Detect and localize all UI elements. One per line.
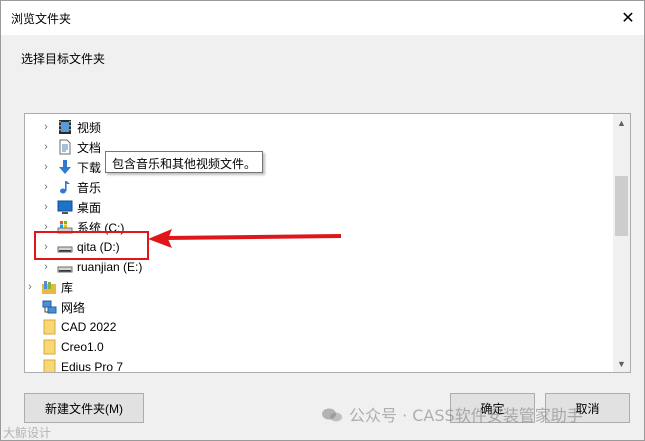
- documents-folder-icon: [57, 139, 73, 155]
- expand-chevron-icon[interactable]: ›: [41, 201, 51, 213]
- tooltip: 包含音乐和其他视频文件。: [105, 151, 264, 173]
- tree-item-cad-2022[interactable]: CAD 2022: [25, 317, 116, 337]
- tree-item-label: 下载: [77, 160, 102, 175]
- tree-item-network[interactable]: 网络: [25, 297, 85, 317]
- tree-item-drive-e[interactable]: › ruanjian (E:): [41, 257, 142, 277]
- scroll-down-icon[interactable]: ▼: [613, 355, 630, 372]
- tree-item-label: ruanjian (E:): [77, 260, 143, 274]
- expand-chevron-icon[interactable]: ›: [41, 181, 51, 193]
- tree-item-desktop[interactable]: › 桌面: [41, 197, 101, 217]
- tree-item-label: Creo1.0: [61, 340, 104, 354]
- close-button[interactable]: ✕: [612, 1, 644, 35]
- drive-icon: [57, 259, 73, 275]
- tree-item-label: 音乐: [77, 180, 102, 195]
- title-bar: 浏览文件夹 ✕: [1, 1, 644, 35]
- expand-chevron-icon[interactable]: ›: [41, 161, 51, 173]
- annotation-arrow-icon: [148, 229, 342, 248]
- scrollbar-thumb[interactable]: [615, 176, 628, 236]
- tree-item-label: 桌面: [77, 200, 102, 215]
- tree-item-edius[interactable]: Edius Pro 7: [25, 357, 124, 373]
- folder-icon: [41, 319, 57, 335]
- tree-item-creo[interactable]: Creo1.0: [25, 337, 104, 357]
- tree-item-downloads[interactable]: › 下载: [41, 157, 101, 177]
- folder-icon: [41, 339, 57, 355]
- tree-item-libraries[interactable]: › 库: [25, 277, 73, 297]
- watermark-left: 大鲸设计: [3, 426, 52, 440]
- network-icon: [41, 299, 57, 315]
- tree-item-label: Edius Pro 7: [61, 360, 124, 373]
- expand-chevron-icon[interactable]: ›: [41, 121, 51, 133]
- tree-item-label: 库: [61, 280, 74, 295]
- library-icon: [41, 279, 57, 295]
- expand-chevron-icon[interactable]: ›: [41, 261, 51, 273]
- watermark: 公众号 · CASS软件安装管家助手: [321, 402, 583, 426]
- downloads-folder-icon: [57, 159, 73, 175]
- video-folder-icon: [57, 119, 73, 135]
- scroll-up-icon[interactable]: ▲: [613, 114, 630, 131]
- desktop-folder-icon: [57, 199, 73, 215]
- expand-chevron-icon[interactable]: ›: [25, 281, 35, 293]
- vertical-scrollbar[interactable]: ▲ ▼: [613, 114, 630, 372]
- prompt-text: 选择目标文件夹: [21, 52, 106, 66]
- folder-icon: [41, 359, 57, 372]
- tree-item-videos[interactable]: › 视频: [41, 117, 101, 137]
- page: 浏览文件夹 ✕ 选择目标文件夹 › 视频 › 文档 › 下载 › 音乐 › 桌面…: [0, 0, 645, 441]
- tree-item-music[interactable]: › 音乐: [41, 177, 101, 197]
- tree-item-label: 网络: [61, 300, 86, 315]
- watermark-text: 公众号 · CASS软件安装管家助手: [349, 406, 583, 425]
- new-folder-button[interactable]: 新建文件夹(M): [24, 393, 144, 423]
- tree-item-label: 视频: [77, 120, 102, 135]
- music-folder-icon: [57, 179, 73, 195]
- expand-chevron-icon[interactable]: ›: [41, 141, 51, 153]
- browse-folder-dialog: 浏览文件夹 ✕ 选择目标文件夹 › 视频 › 文档 › 下载 › 音乐 › 桌面…: [0, 0, 645, 441]
- highlight-box: [34, 231, 149, 260]
- tree-item-label: CAD 2022: [61, 320, 117, 334]
- window-title: 浏览文件夹: [11, 12, 72, 26]
- tree-item-label: 文档: [77, 140, 102, 155]
- tree-item-documents[interactable]: › 文档: [41, 137, 101, 157]
- wechat-logo-icon: [322, 408, 342, 422]
